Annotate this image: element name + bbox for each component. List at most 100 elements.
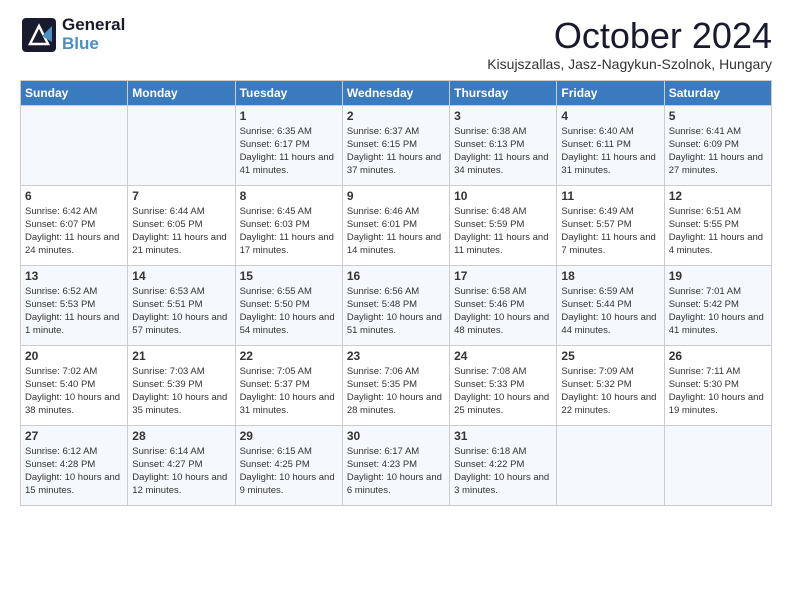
table-row: 8Sunrise: 6:45 AM Sunset: 6:03 PM Daylig… [235,185,342,265]
header-sunday: Sunday [21,80,128,105]
day-info: Sunrise: 7:06 AM Sunset: 5:35 PM Dayligh… [347,365,445,418]
logo-icon [20,16,58,54]
table-row: 30Sunrise: 6:17 AM Sunset: 4:23 PM Dayli… [342,425,449,505]
table-row: 29 Sunrise: 6:15 AM Sunset: 4:25 PM Dayli… [235,425,342,505]
table-row: 12 Sunrise: 6:51 AM Sunset: 5:55 PM Dayli… [664,185,771,265]
day-number: 7 [132,189,230,203]
table-row: 2 Sunrise: 6:37 AM Sunset: 6:15 PM Daylig… [342,105,449,185]
table-row: 13Sunrise: 6:52 AM Sunset: 5:53 PM Dayli… [21,265,128,345]
calendar-week-1: 1Sunrise: 6:35 AM Sunset: 6:17 PM Daylig… [21,105,772,185]
subtitle: Kisujszallas, Jasz-Nagykun-Szolnok, Hung… [487,56,772,72]
day-number: 27 [25,429,123,443]
table-row: 26Sunrise: 7:11 AM Sunset: 5:30 PM Dayli… [664,345,771,425]
table-row [664,425,771,505]
table-row: 22 Sunrise: 7:05 AM Sunset: 5:37 PM Dayli… [235,345,342,425]
table-row: 15 Sunrise: 6:55 AM Sunset: 5:50 PM Dayli… [235,265,342,345]
table-row: 3 Sunrise: 6:38 AM Sunset: 6:13 PM Daylig… [450,105,557,185]
day-info: Sunrise: 7:05 AM Sunset: 5:37 PM Dayligh… [240,365,338,418]
day-info: Sunrise: 6:12 AM Sunset: 4:28 PM Dayligh… [25,445,123,498]
day-info: Sunrise: 7:03 AM Sunset: 5:39 PM Dayligh… [132,365,230,418]
table-row: 14 Sunrise: 6:53 AM Sunset: 5:51 PM Dayli… [128,265,235,345]
day-info: Sunrise: 6:37 AM Sunset: 6:15 PM Dayligh… [347,125,445,178]
day-info: Sunrise: 6:44 AM Sunset: 6:05 PM Dayligh… [132,205,230,258]
title-block: October 2024 Kisujszallas, Jasz-Nagykun-… [487,16,772,72]
day-number: 25 [561,349,659,363]
table-row: 21 Sunrise: 7:03 AM Sunset: 5:39 PM Dayli… [128,345,235,425]
table-row: 4 Sunrise: 6:40 AM Sunset: 6:11 PM Daylig… [557,105,664,185]
day-number: 14 [132,269,230,283]
day-info: Sunrise: 6:51 AM Sunset: 5:55 PM Dayligh… [669,205,767,258]
day-info: Sunrise: 7:11 AM Sunset: 5:30 PM Dayligh… [669,365,767,418]
calendar-week-5: 27 Sunrise: 6:12 AM Sunset: 4:28 PM Dayli… [21,425,772,505]
header: General Blue October 2024 Kisujszallas, … [20,16,772,72]
table-row: 31 Sunrise: 6:18 AM Sunset: 4:22 PM Dayli… [450,425,557,505]
day-number: 2 [347,109,445,123]
day-number: 24 [454,349,552,363]
day-info: Sunrise: 7:02 AM Sunset: 5:40 PM Dayligh… [25,365,123,418]
table-row: 23 Sunrise: 7:06 AM Sunset: 5:35 PM Dayli… [342,345,449,425]
day-number: 22 [240,349,338,363]
day-number: 29 [240,429,338,443]
day-info: Sunrise: 7:09 AM Sunset: 5:32 PM Dayligh… [561,365,659,418]
calendar-week-3: 13Sunrise: 6:52 AM Sunset: 5:53 PM Dayli… [21,265,772,345]
table-row: 19 Sunrise: 7:01 AM Sunset: 5:42 PM Dayli… [664,265,771,345]
day-info: Sunrise: 6:46 AM Sunset: 6:01 PM Dayligh… [347,205,445,258]
day-info: Sunrise: 6:14 AM Sunset: 4:27 PM Dayligh… [132,445,230,498]
table-row: 1Sunrise: 6:35 AM Sunset: 6:17 PM Daylig… [235,105,342,185]
day-info: Sunrise: 6:18 AM Sunset: 4:22 PM Dayligh… [454,445,552,498]
header-wednesday: Wednesday [342,80,449,105]
table-row: 27 Sunrise: 6:12 AM Sunset: 4:28 PM Dayli… [21,425,128,505]
day-info: Sunrise: 6:59 AM Sunset: 5:44 PM Dayligh… [561,285,659,338]
day-info: Sunrise: 6:38 AM Sunset: 6:13 PM Dayligh… [454,125,552,178]
table-row [21,105,128,185]
day-info: Sunrise: 6:55 AM Sunset: 5:50 PM Dayligh… [240,285,338,338]
header-saturday: Saturday [664,80,771,105]
table-row: 6 Sunrise: 6:42 AM Sunset: 6:07 PM Daylig… [21,185,128,265]
table-row [128,105,235,185]
day-number: 8 [240,189,338,203]
calendar-week-2: 6 Sunrise: 6:42 AM Sunset: 6:07 PM Daylig… [21,185,772,265]
day-number: 16 [347,269,445,283]
logo-general-text: General [62,16,125,35]
table-row: 16Sunrise: 6:56 AM Sunset: 5:48 PM Dayli… [342,265,449,345]
logo-words: General Blue [62,16,125,53]
table-row [557,425,664,505]
table-row: 28Sunrise: 6:14 AM Sunset: 4:27 PM Dayli… [128,425,235,505]
day-info: Sunrise: 6:35 AM Sunset: 6:17 PM Dayligh… [240,125,338,178]
calendar-table: Sunday Monday Tuesday Wednesday Thursday… [20,80,772,506]
day-number: 12 [669,189,767,203]
day-number: 3 [454,109,552,123]
day-number: 19 [669,269,767,283]
day-info: Sunrise: 6:15 AM Sunset: 4:25 PM Dayligh… [240,445,338,498]
header-monday: Monday [128,80,235,105]
day-info: Sunrise: 7:01 AM Sunset: 5:42 PM Dayligh… [669,285,767,338]
day-number: 17 [454,269,552,283]
calendar-week-4: 20 Sunrise: 7:02 AM Sunset: 5:40 PM Dayli… [21,345,772,425]
day-info: Sunrise: 6:42 AM Sunset: 6:07 PM Dayligh… [25,205,123,258]
day-number: 31 [454,429,552,443]
day-info: Sunrise: 6:17 AM Sunset: 4:23 PM Dayligh… [347,445,445,498]
weekday-header-row: Sunday Monday Tuesday Wednesday Thursday… [21,80,772,105]
day-info: Sunrise: 6:53 AM Sunset: 5:51 PM Dayligh… [132,285,230,338]
header-thursday: Thursday [450,80,557,105]
day-number: 4 [561,109,659,123]
day-number: 11 [561,189,659,203]
table-row: 10 Sunrise: 6:48 AM Sunset: 5:59 PM Dayli… [450,185,557,265]
table-row: 11Sunrise: 6:49 AM Sunset: 5:57 PM Dayli… [557,185,664,265]
month-title: October 2024 [487,16,772,56]
table-row: 25 Sunrise: 7:09 AM Sunset: 5:32 PM Dayli… [557,345,664,425]
logo: General Blue [20,16,125,54]
day-number: 23 [347,349,445,363]
day-number: 20 [25,349,123,363]
day-number: 15 [240,269,338,283]
header-tuesday: Tuesday [235,80,342,105]
day-info: Sunrise: 6:48 AM Sunset: 5:59 PM Dayligh… [454,205,552,258]
table-row: 9 Sunrise: 6:46 AM Sunset: 6:01 PM Daylig… [342,185,449,265]
day-info: Sunrise: 6:40 AM Sunset: 6:11 PM Dayligh… [561,125,659,178]
day-number: 21 [132,349,230,363]
day-number: 13 [25,269,123,283]
day-number: 6 [25,189,123,203]
day-number: 10 [454,189,552,203]
day-number: 9 [347,189,445,203]
day-info: Sunrise: 7:08 AM Sunset: 5:33 PM Dayligh… [454,365,552,418]
